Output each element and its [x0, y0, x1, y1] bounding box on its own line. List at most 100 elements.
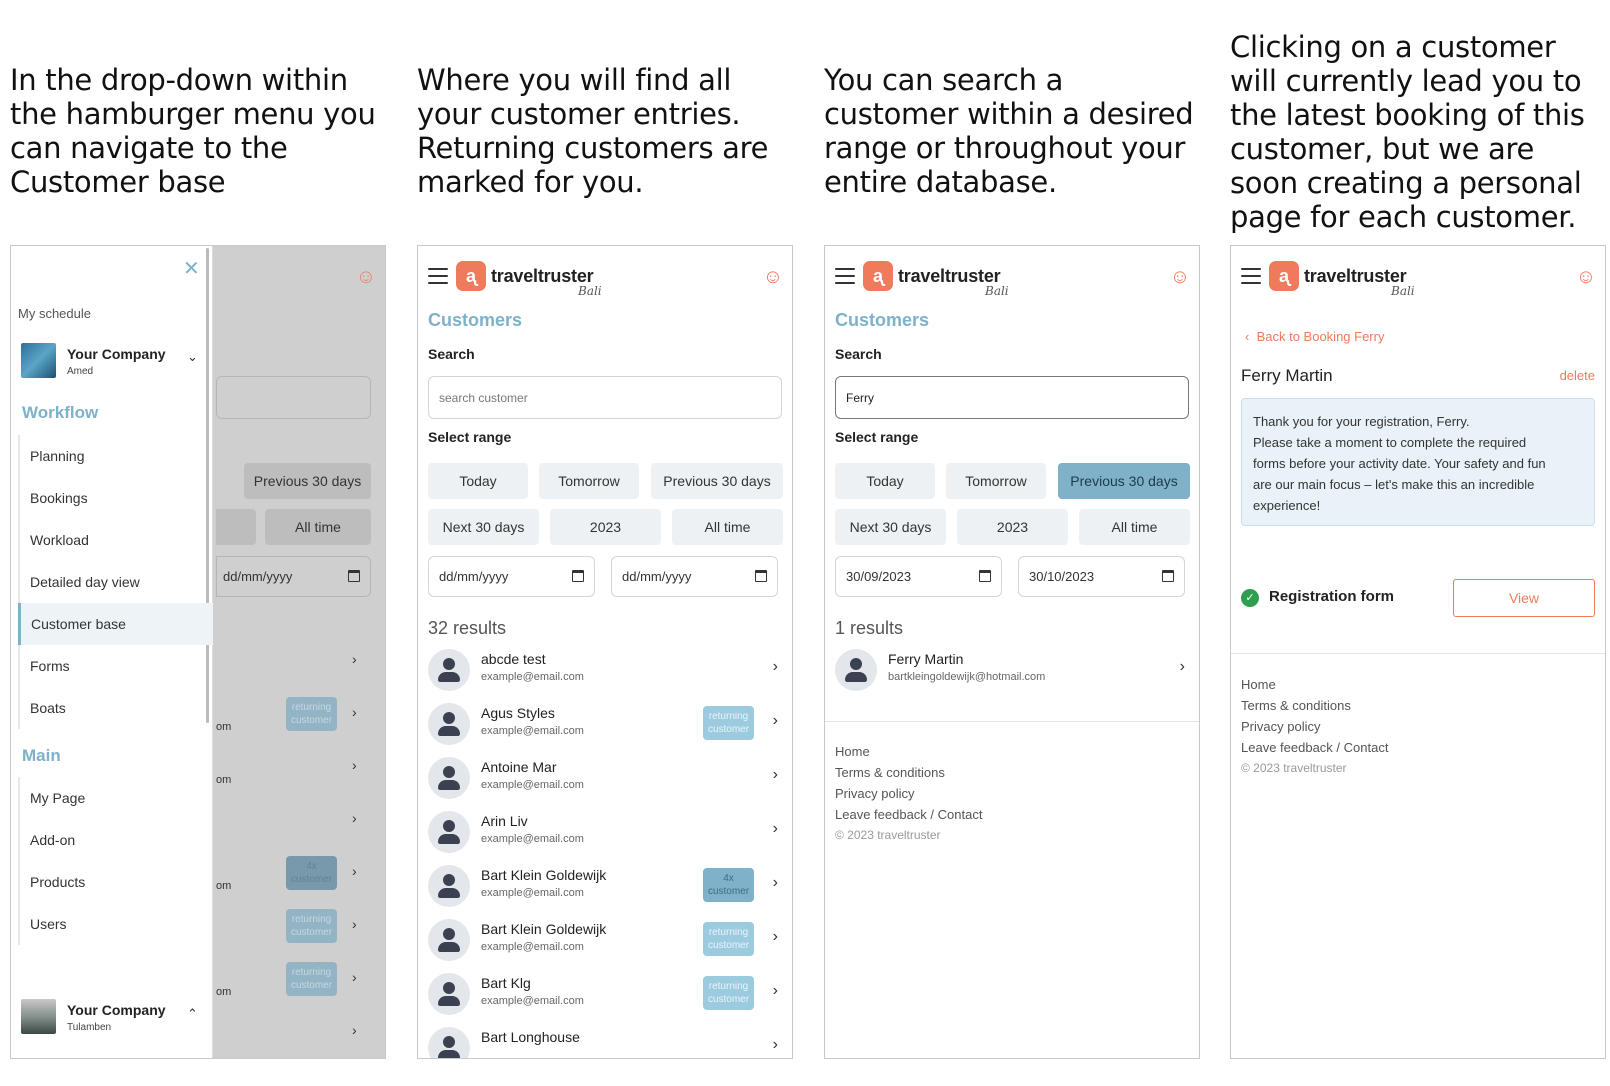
range-tomorrow-button[interactable]: Tomorrow: [539, 463, 639, 499]
footer-link-feedback[interactable]: Leave feedback / Contact: [835, 804, 982, 825]
company-name[interactable]: Your Company: [67, 1002, 166, 1018]
date-to-value: 30/10/2023: [1029, 569, 1095, 584]
customer-row[interactable]: Bart Klg example@email.com returning cust…: [428, 968, 782, 1021]
nav-item-planning[interactable]: Planning: [20, 435, 213, 477]
chevron-down-icon[interactable]: ⌄: [187, 349, 198, 365]
calendar-icon[interactable]: [979, 570, 991, 582]
customer-email: example@email.com: [481, 833, 584, 845]
customer-name: Antoine Mar: [481, 759, 557, 775]
chevron-right-icon: ›: [772, 820, 778, 837]
footer-link-home[interactable]: Home: [835, 741, 982, 762]
range-2023-button[interactable]: 2023: [550, 509, 661, 545]
range-next30-button[interactable]: Next 30 days: [835, 509, 946, 545]
returning-badge-behind: returning customer: [286, 909, 337, 943]
range-next30-button[interactable]: Next 30 days: [428, 509, 539, 545]
calendar-icon[interactable]: [755, 570, 767, 582]
returning-customer-badge: returning customer: [703, 922, 754, 956]
date-to-input[interactable]: dd/mm/yyyy: [611, 556, 778, 597]
user-alert-icon[interactable]: ☺: [762, 266, 784, 288]
nav-item-detailed-day-view[interactable]: Detailed day view: [20, 561, 213, 603]
chevron-right-icon: ›: [1179, 658, 1185, 675]
footer: Home Terms & conditions Privacy policy L…: [835, 741, 982, 846]
customer-row[interactable]: Antoine Mar example@email.com ›: [428, 752, 782, 805]
app-header: ᶏ traveltruster Bali ☺: [1231, 246, 1605, 310]
footer-link-terms[interactable]: Terms & conditions: [835, 762, 982, 783]
range-prev30-button-selected[interactable]: Previous 30 days: [1058, 463, 1190, 499]
calendar-icon[interactable]: [572, 570, 584, 582]
chevron-right-icon: ›: [772, 766, 778, 783]
date-to-input[interactable]: 30/10/2023: [1018, 556, 1185, 597]
customer-row[interactable]: Bart Klein Goldewijk example@email.com 4…: [428, 860, 782, 913]
footer-link-feedback[interactable]: Leave feedback / Contact: [1241, 737, 1388, 758]
customer-row[interactable]: Agus Styles example@email.com returning c…: [428, 698, 782, 751]
chevron-up-icon[interactable]: ⌃: [187, 1006, 198, 1022]
date-from-input[interactable]: dd/mm/yyyy: [428, 556, 595, 597]
range-today-button[interactable]: Today: [835, 463, 935, 499]
close-icon[interactable]: ✕: [183, 256, 200, 281]
hamburger-menu-icon[interactable]: [1241, 268, 1261, 286]
chevron-right-icon: ›: [352, 810, 357, 826]
range-alltime-button[interactable]: All time: [672, 509, 783, 545]
nav-item-products[interactable]: Products: [20, 861, 213, 903]
search-input[interactable]: Ferry: [835, 376, 1189, 419]
company-name[interactable]: Your Company: [67, 346, 166, 362]
customer-row[interactable]: Ferry Martin bartkleingoldewijk@hotmail.…: [835, 644, 1189, 697]
range-prev30-behind: Previous 30 days: [244, 463, 371, 499]
chevron-left-icon: ‹: [1245, 329, 1250, 344]
footer-link-terms[interactable]: Terms & conditions: [1241, 695, 1388, 716]
nav-item-add-on[interactable]: Add-on: [20, 819, 213, 861]
chevron-right-icon: ›: [772, 712, 778, 729]
nav-item-my-page[interactable]: My Page: [20, 777, 213, 819]
footer-link-privacy[interactable]: Privacy policy: [835, 783, 982, 804]
customer-email: example@email.com: [481, 779, 584, 791]
chevron-right-icon: ›: [772, 874, 778, 891]
user-alert-icon[interactable]: ☺: [1169, 266, 1191, 288]
chevron-right-icon: ›: [772, 1036, 778, 1053]
range-alltime-behind: All time: [265, 509, 371, 545]
nav-item-forms[interactable]: Forms: [20, 645, 213, 687]
range-btn-behind: [216, 509, 256, 545]
user-alert-icon[interactable]: ☺: [355, 266, 377, 288]
customer-name: Ferry Martin: [1241, 366, 1333, 385]
range-alltime-button[interactable]: All time: [1079, 509, 1190, 545]
customer-row[interactable]: Arin Liv example@email.com ›: [428, 806, 782, 859]
nav-item-users[interactable]: Users: [20, 903, 213, 945]
customer-email: example@email.com: [481, 725, 584, 737]
caption-4: Clicking on a customer will currently le…: [1230, 30, 1585, 234]
chevron-right-icon: ›: [352, 704, 357, 720]
range-2023-button[interactable]: 2023: [957, 509, 1068, 545]
chevron-right-icon: ›: [352, 1022, 357, 1038]
nav-item-workload[interactable]: Workload: [20, 519, 213, 561]
brand-logo-icon[interactable]: ᶏ: [863, 261, 893, 291]
customer-email: example@email.com: [481, 995, 584, 1007]
range-tomorrow-button[interactable]: Tomorrow: [946, 463, 1046, 499]
hamburger-menu-icon[interactable]: [835, 268, 855, 286]
range-prev30-button[interactable]: Previous 30 days: [651, 463, 783, 499]
email-fragment-behind: om: [216, 774, 232, 786]
customer-row[interactable]: Bart Klein Goldewijk example@email.com r…: [428, 914, 782, 967]
nav-item-boats[interactable]: Boats: [20, 687, 213, 729]
caption-3: You can search a customer within a desir…: [824, 63, 1194, 199]
nav-item-customer-base[interactable]: Customer base: [18, 603, 213, 645]
brand-logo-icon[interactable]: ᶏ: [456, 261, 486, 291]
customer-email: example@email.com: [481, 941, 584, 953]
footer-link-privacy[interactable]: Privacy policy: [1241, 716, 1388, 737]
nav-item-bookings[interactable]: Bookings: [20, 477, 213, 519]
registration-form-label: Registration form: [1269, 588, 1395, 605]
footer-link-home[interactable]: Home: [1241, 674, 1388, 695]
date-from-input[interactable]: 30/09/2023: [835, 556, 1002, 597]
range-today-button[interactable]: Today: [428, 463, 528, 499]
chevron-right-icon: ›: [772, 658, 778, 675]
view-form-button[interactable]: View: [1453, 579, 1595, 617]
user-alert-icon[interactable]: ☺: [1575, 266, 1597, 288]
search-input[interactable]: search customer: [428, 376, 782, 419]
customer-row[interactable]: abcde test example@email.com ›: [428, 644, 782, 697]
brand-logo-icon[interactable]: ᶏ: [1269, 261, 1299, 291]
hamburger-menu-icon[interactable]: [428, 268, 448, 286]
customer-name: Bart Klein Goldewijk: [481, 867, 607, 883]
delete-button[interactable]: delete: [1560, 368, 1595, 383]
app-header: ᶏ traveltruster Bali ☺: [825, 246, 1199, 310]
calendar-icon[interactable]: [1162, 570, 1174, 582]
customer-row[interactable]: Bart Longhouse ›: [428, 1022, 782, 1058]
back-link[interactable]: ‹ Back to Booking Ferry: [1245, 329, 1384, 344]
